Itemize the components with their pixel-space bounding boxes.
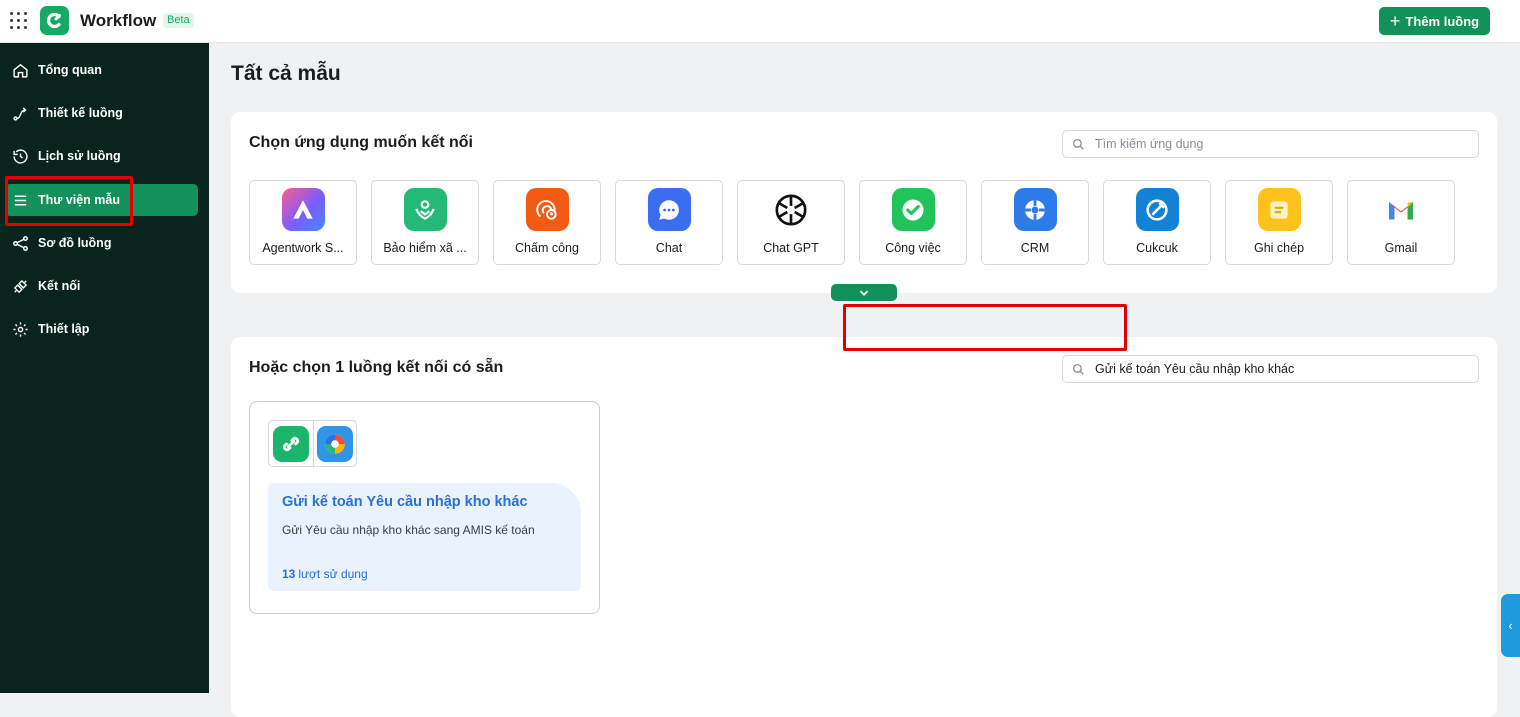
app-label: Ghi chép (1253, 241, 1305, 255)
app-tile-agentwork[interactable]: Agentwork S... (249, 180, 357, 265)
top-bar: Workflow Beta + Thêm luồng (0, 0, 1520, 43)
add-flow-button[interactable]: + Thêm luồng (1379, 7, 1490, 35)
timekeeping-icon (525, 188, 569, 231)
sidebar-item-label: Thiết lập (38, 322, 90, 336)
highlight-box (843, 304, 1127, 351)
flow-usage: 13 lượt sử dụng (282, 567, 368, 581)
app-title: Workflow (80, 11, 157, 30)
sidebar-item-design[interactable]: Thiết kế luồng (5, 97, 198, 129)
workflow-logo (40, 6, 69, 35)
chevron-left-icon: ‹ (1508, 618, 1513, 633)
app-label: Chấm công (515, 241, 579, 255)
route-icon (13, 106, 27, 121)
home-icon (13, 63, 28, 78)
sidebar-item-label: Kết nối (38, 279, 81, 293)
gmail-icon (1379, 188, 1423, 231)
sidebar-item-settings[interactable]: Thiết lập (5, 313, 198, 345)
app-tile-cukcuk[interactable]: Cukcuk (1103, 180, 1211, 265)
chevron-down-icon (859, 290, 869, 296)
flow-template-name[interactable]: Gửi kế toán Yêu cầu nhập kho khác (282, 494, 528, 510)
app-tile-chatgpt[interactable]: Chat GPT (737, 180, 845, 265)
app-tile-note[interactable]: Ghi chép (1225, 180, 1333, 265)
sidebar-item-label: Tổng quan (38, 63, 102, 77)
app-search-placeholder: Tìm kiếm ứng dụng (1095, 137, 1204, 151)
app-tile-timekeeping[interactable]: Chấm công (493, 180, 601, 265)
sidebar-item-overview[interactable]: Tổng quan (5, 54, 198, 86)
highlight-box (5, 176, 133, 226)
add-flow-label: Thêm luồng (1405, 13, 1480, 29)
crm-icon (1013, 188, 1057, 231)
page-title: Tất cả mẫu (231, 62, 341, 85)
gear-icon (13, 321, 28, 337)
app-label: Gmail (1384, 241, 1418, 255)
usage-count: 13 (282, 567, 296, 581)
flow-search-input[interactable]: Gửi kế toán Yêu cầu nhập kho khác (1062, 355, 1479, 383)
sidebar-item-label: Thiết kế luồng (38, 106, 123, 120)
task-icon (891, 188, 935, 231)
app-search-input[interactable]: Tìm kiếm ứng dụng (1062, 130, 1479, 158)
plus-icon: + (1389, 11, 1401, 31)
apps-card: Chọn ứng dụng muốn kết nối Tìm kiếm ứng … (231, 112, 1497, 301)
note-icon (1257, 188, 1301, 231)
side-panel-toggle[interactable]: ‹ (1501, 594, 1520, 657)
sidebar-item-connections[interactable]: Kết nối (5, 270, 198, 302)
app-tile-task[interactable]: Công việc (859, 180, 967, 265)
share-icon (13, 235, 28, 251)
app-label: Công việc (885, 241, 941, 255)
chat-icon (647, 188, 691, 231)
app-tile-gmail[interactable]: Gmail (1347, 180, 1455, 265)
main-content: Tất cả mẫu Chọn ứng dụng muốn kết nối Tì… (209, 43, 1520, 717)
agentwork-icon (281, 188, 325, 231)
flow-app-icons (268, 420, 357, 467)
insurance-icon (403, 188, 447, 231)
app-label: CRM (1020, 241, 1050, 255)
app-grid-icon[interactable] (10, 12, 27, 29)
flow-template-description: Gửi Yêu cầu nhập kho khác sang AMIS kế t… (282, 523, 535, 537)
search-icon (1072, 363, 1084, 375)
apps-section-title: Chọn ứng dụng muốn kết nối (249, 134, 473, 151)
expand-apps-button[interactable] (831, 284, 897, 301)
flow-template-card[interactable]: Gửi kế toán Yêu cầu nhập kho khác Gửi Yê… (249, 401, 600, 614)
app-label: Agentwork S... (262, 241, 344, 255)
sidebar-item-history[interactable]: Lịch sử luồng (5, 140, 198, 172)
flows-card: Hoặc chọn 1 luồng kết nối có sẵn Gửi kế … (231, 337, 1497, 717)
history-icon (13, 148, 28, 164)
sidebar-item-label: Lịch sử luồng (38, 149, 121, 163)
cukcuk-icon (1135, 188, 1179, 231)
scrollbar[interactable] (1513, 43, 1520, 593)
amis-accounting-icon (312, 421, 357, 466)
chatgpt-icon (769, 188, 813, 231)
connect-icon (13, 279, 28, 293)
app-label: Chat GPT (763, 241, 819, 255)
app-tile-chat[interactable]: Chat (615, 180, 723, 265)
sidebar-item-diagram[interactable]: Sơ đồ luồng (5, 227, 198, 259)
app-label: Bảo hiểm xã ... (383, 241, 467, 255)
flow-search-value: Gửi kế toán Yêu cầu nhập kho khác (1095, 362, 1295, 376)
app-label: Cukcuk (1136, 241, 1178, 255)
usage-label: lượt sử dụng (298, 567, 368, 581)
search-icon (1072, 138, 1084, 150)
app-tile-crm[interactable]: CRM (981, 180, 1089, 265)
beta-badge: Beta (163, 13, 194, 28)
app-tile-insurance[interactable]: Bảo hiểm xã ... (371, 180, 479, 265)
sidebar: Tổng quan Thiết kế luồng Lịch sử luồng T… (0, 43, 209, 693)
flows-section-title: Hoặc chọn 1 luồng kết nối có sẵn (249, 359, 504, 376)
app-list: Agentwork S... Bảo hiểm xã ... Chấm công… (249, 180, 1455, 265)
app-label: Chat (655, 241, 683, 255)
flow-template-body: Gửi kế toán Yêu cầu nhập kho khác Gửi Yê… (268, 483, 581, 591)
misa-link-icon (269, 421, 313, 466)
sidebar-item-label: Sơ đồ luồng (38, 236, 112, 250)
